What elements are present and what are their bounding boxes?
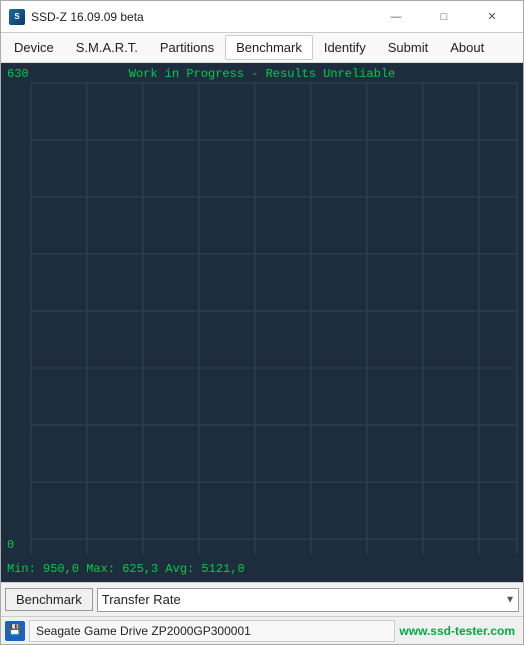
title-bar-left: S SSD-Z 16.09.09 beta — [9, 9, 144, 25]
benchmark-button[interactable]: Benchmark — [5, 588, 93, 611]
window-title: SSD-Z 16.09.09 beta — [31, 10, 144, 24]
status-bar: 💾 Seagate Game Drive ZP2000GP300001 www.… — [1, 616, 523, 644]
menu-bar: Device S.M.A.R.T. Partitions Benchmark I… — [1, 33, 523, 63]
maximize-button[interactable]: □ — [421, 3, 467, 31]
menu-item-identify[interactable]: Identify — [313, 35, 377, 60]
window-controls: — □ ✕ — [373, 3, 515, 31]
menu-item-device[interactable]: Device — [3, 35, 65, 60]
main-window: S SSD-Z 16.09.09 beta — □ ✕ Device S.M.A… — [0, 0, 524, 645]
status-icon: 💾 — [5, 621, 25, 641]
menu-item-partitions[interactable]: Partitions — [149, 35, 225, 60]
chart-grid — [1, 63, 523, 582]
app-icon: S — [9, 9, 25, 25]
menu-item-about[interactable]: About — [439, 35, 495, 60]
status-website: www.ssd-tester.com — [399, 624, 519, 638]
dropdown-wrapper: Transfer Rate Access Time IOPS ▼ — [97, 588, 519, 612]
menu-item-smart[interactable]: S.M.A.R.T. — [65, 35, 149, 60]
minimize-button[interactable]: — — [373, 3, 419, 31]
status-icon-symbol: 💾 — [9, 625, 21, 636]
status-drive-name: Seagate Game Drive ZP2000GP300001 — [29, 620, 395, 642]
bottom-toolbar: Benchmark Transfer Rate Access Time IOPS… — [1, 582, 523, 616]
menu-item-submit[interactable]: Submit — [377, 35, 439, 60]
transfer-rate-dropdown[interactable]: Transfer Rate Access Time IOPS — [97, 588, 519, 612]
chart-area: 630 Work in Progress - Results Unreliabl… — [1, 63, 523, 582]
chart-stats: Min: 950,0 Max: 625,3 Avg: 5121,0 — [7, 562, 245, 576]
close-button[interactable]: ✕ — [469, 3, 515, 31]
title-bar: S SSD-Z 16.09.09 beta — □ ✕ — [1, 1, 523, 33]
menu-item-benchmark[interactable]: Benchmark — [225, 35, 313, 60]
chart-y-min: 0 — [7, 538, 14, 552]
